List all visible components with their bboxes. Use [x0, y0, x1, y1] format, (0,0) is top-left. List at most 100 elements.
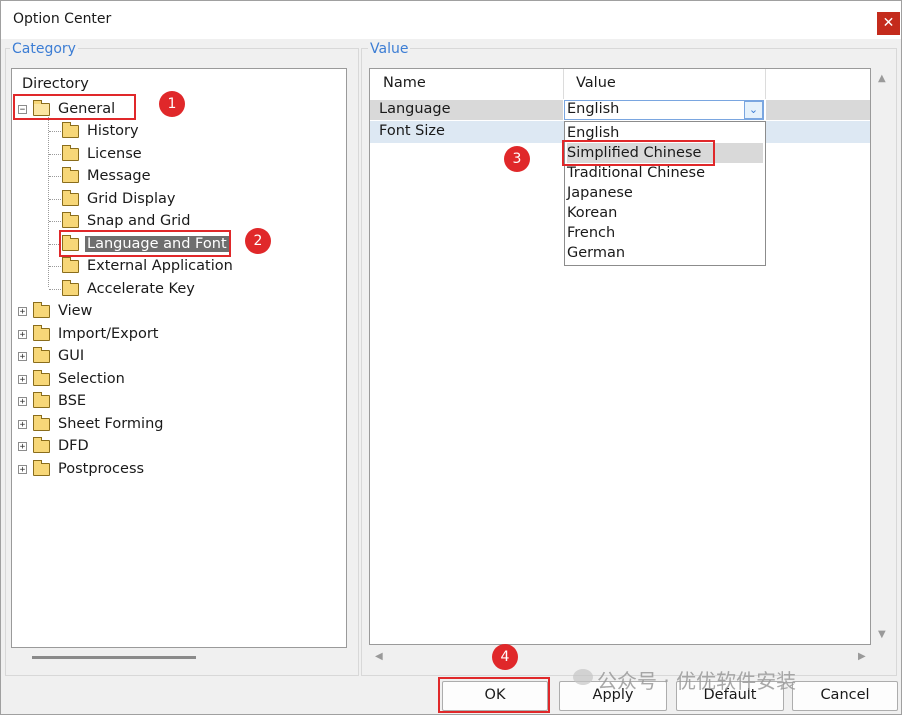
row-filler — [766, 100, 870, 120]
folder-icon — [62, 189, 79, 206]
expand-icon[interactable]: + — [18, 396, 27, 406]
tree-item-label: Import/Export — [58, 326, 159, 342]
tree-item-label: GUI — [58, 348, 85, 364]
value-group-label: Value — [368, 41, 411, 57]
tree-item-view[interactable]: + View — [18, 301, 94, 321]
cancel-button[interactable]: Cancel — [792, 681, 898, 711]
category-tree[interactable]: Directory − General History License Mess… — [11, 68, 347, 648]
category-group-label: Category — [10, 41, 78, 57]
tree-item-label: Selection — [58, 371, 125, 387]
grid-header — [370, 69, 766, 99]
scroll-right-icon[interactable]: ▶ — [858, 651, 866, 662]
tree-item-dfd[interactable]: + DFD — [18, 436, 91, 456]
tree-item-accelerate-key[interactable]: Accelerate Key — [62, 279, 197, 299]
folder-icon — [62, 279, 79, 296]
column-header-value[interactable]: Value — [576, 75, 616, 91]
title-bar: Option Center ✕ — [1, 1, 901, 39]
scroll-left-icon[interactable]: ◀ — [375, 651, 383, 662]
tree-connector — [49, 199, 61, 200]
tree-connector — [49, 176, 61, 177]
expand-icon[interactable]: + — [18, 464, 27, 474]
expand-icon[interactable]: + — [18, 306, 27, 316]
folder-icon — [33, 436, 50, 453]
expand-icon[interactable]: + — [18, 419, 27, 429]
annotation-badge-2: 2 — [245, 228, 271, 254]
highlight-box-simplified-chinese — [562, 140, 715, 166]
folder-icon — [33, 369, 50, 386]
tree-item-sheet-forming[interactable]: + Sheet Forming — [18, 414, 165, 434]
folder-icon — [62, 211, 79, 228]
tree-connector — [49, 154, 61, 155]
expand-icon[interactable]: + — [18, 329, 27, 339]
tree-connector — [49, 266, 61, 267]
expand-icon[interactable]: + — [18, 351, 27, 361]
option-center-window: Option Center ✕ Category Directory − Gen… — [0, 0, 902, 715]
scroll-down-icon[interactable]: ▼ — [878, 629, 886, 640]
tree-item-import-export[interactable]: + Import/Export — [18, 324, 160, 344]
folder-icon — [33, 324, 50, 341]
language-select-value: English — [567, 101, 620, 117]
window-title: Option Center — [13, 11, 112, 27]
dropdown-option[interactable]: German — [567, 243, 763, 263]
annotation-badge-1: 1 — [159, 91, 185, 117]
tree-item-grid-display[interactable]: Grid Display — [62, 189, 178, 209]
tree-connector — [49, 289, 61, 290]
annotation-badge-3: 3 — [504, 146, 530, 172]
dropdown-option[interactable]: Japanese — [567, 183, 763, 203]
dropdown-option[interactable]: French — [567, 223, 763, 243]
tree-item-label: Message — [87, 168, 151, 184]
tree-item-external-application[interactable]: External Application — [62, 256, 235, 276]
folder-icon — [33, 391, 50, 408]
tree-connector — [48, 117, 49, 287]
tree-item-label: Snap and Grid — [87, 213, 191, 229]
tree-item-snap-and-grid[interactable]: Snap and Grid — [62, 211, 192, 231]
header-divider — [765, 69, 766, 99]
tree-item-license[interactable]: License — [62, 144, 144, 164]
header-divider — [563, 69, 564, 99]
tree-item-label: Sheet Forming — [58, 416, 164, 432]
column-header-name[interactable]: Name — [383, 75, 426, 91]
tree-item-label: Accelerate Key — [87, 281, 195, 297]
tree-item-label: Grid Display — [87, 191, 176, 207]
dropdown-option[interactable]: Traditional Chinese — [567, 163, 763, 183]
tree-connector — [49, 221, 61, 222]
folder-icon — [62, 144, 79, 161]
tree-item-label: Postprocess — [58, 461, 145, 477]
tree-item-message[interactable]: Message — [62, 166, 153, 186]
tree-item-gui[interactable]: + GUI — [18, 346, 86, 366]
annotation-badge-4: 4 — [492, 644, 518, 670]
tree-horizontal-scrollbar[interactable] — [32, 656, 196, 659]
folder-icon — [62, 256, 79, 273]
dropdown-option[interactable]: Korean — [567, 203, 763, 223]
folder-icon — [62, 166, 79, 183]
chevron-down-icon[interactable]: ⌄ — [744, 101, 763, 119]
highlight-box-language-and-font — [59, 230, 231, 257]
expand-icon[interactable]: + — [18, 374, 27, 384]
tree-item-label: BSE — [58, 393, 87, 409]
highlight-box-general — [13, 94, 136, 120]
folder-icon — [33, 459, 50, 476]
tree-item-history[interactable]: History — [62, 121, 141, 141]
tree-item-label: License — [87, 146, 142, 162]
tree-connector — [49, 131, 61, 132]
tree-item-bse[interactable]: + BSE — [18, 391, 88, 411]
folder-icon — [33, 414, 50, 431]
folder-icon — [33, 346, 50, 363]
wechat-icon — [573, 669, 593, 685]
tree-item-label: External Application — [87, 258, 233, 274]
row-name-language: Language — [379, 101, 451, 117]
highlight-box-ok — [438, 677, 550, 713]
folder-icon — [33, 301, 50, 318]
tree-root-directory: Directory — [20, 74, 91, 94]
tree-item-label: History — [87, 123, 139, 139]
watermark-text: 公众号 · 优优软件安装 — [597, 669, 797, 693]
tree-item-postprocess[interactable]: + Postprocess — [18, 459, 146, 479]
scroll-up-icon[interactable]: ▲ — [878, 73, 886, 84]
close-button[interactable]: ✕ — [877, 12, 900, 35]
expand-icon[interactable]: + — [18, 441, 27, 451]
tree-item-label: DFD — [58, 438, 89, 454]
folder-icon — [62, 121, 79, 138]
tree-item-selection[interactable]: + Selection — [18, 369, 127, 389]
tree-root-label: Directory — [22, 76, 89, 92]
tree-item-label: View — [58, 303, 93, 319]
